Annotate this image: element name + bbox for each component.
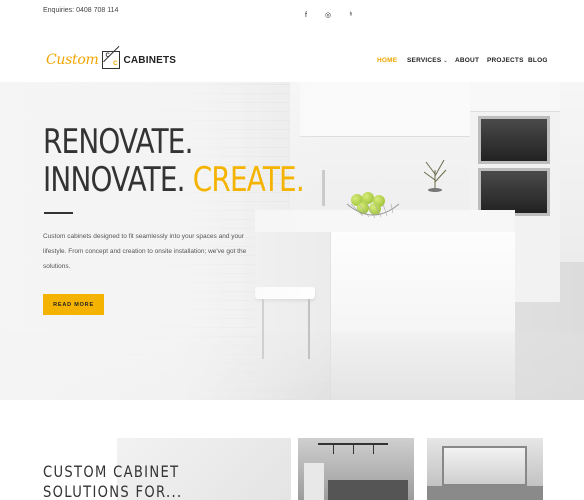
nav-item-projects[interactable]: PROJECTS [487,57,524,64]
site-header: Custom C C CABINETS HOME SERVICES⌄ ABOUT… [0,38,584,82]
window [442,446,527,486]
logo-script-text: Custom [46,52,99,68]
project-image-3[interactable] [427,438,543,500]
wall-oven-lower [478,168,550,216]
top-bar: Enquiries: 0408 708 114 f ◎ ʰ [0,0,584,28]
instagram-icon[interactable]: ◎ [323,10,333,20]
hero-headline-prefix: INNOVATE. [43,160,193,200]
pendant-light [373,444,374,454]
counter [427,486,543,500]
pendant-light [353,444,354,454]
solutions-section: CUSTOM CABINET SOLUTIONS FOR... [0,400,584,500]
chevron-down-icon: ⌄ [443,58,448,64]
upper-cabinets-right [470,82,560,112]
section-title-line1: CUSTOM CABINET [43,462,180,481]
project-image-2[interactable] [298,438,414,500]
hero-headline-accent: CREATE. [192,160,305,200]
nav-item-blog[interactable]: BLOG [528,57,548,64]
hero-divider [44,212,73,214]
section-title: CUSTOM CABINET SOLUTIONS FOR... [43,462,182,500]
plant-decoration [423,159,447,192]
logo-mark-letter-2: C [113,61,118,67]
fruit-bowl [345,192,401,220]
nav-item-services[interactable]: SERVICES ⌄ [407,57,448,64]
logo-wordmark: CABINETS [123,54,177,66]
nav-item-services-label: SERVICES [407,57,442,64]
pendant-light [333,444,334,454]
hero-headline-line1: RENOVATE. [43,122,193,162]
hero-description: Custom cabinets designed to fit seamless… [43,233,247,270]
site-logo[interactable]: Custom C C CABINETS [46,45,177,71]
houzz-icon[interactable]: ʰ [346,10,356,20]
nav-item-home[interactable]: HOME [377,57,397,64]
read-more-button[interactable]: READ MORE [43,294,104,315]
counter [328,480,408,500]
section-title-line2: SOLUTIONS FOR... [43,482,183,500]
wire-bowl-icon [346,203,400,219]
nav-item-about[interactable]: ABOUT [455,57,479,64]
wall-oven-upper [478,116,550,164]
logo-mark-icon: C C [102,45,121,69]
fridge [304,463,324,500]
hero-banner: RENOVATE. INNOVATE. CREATE. Custom cabin… [0,82,584,400]
hero-headline-line2: INNOVATE. CREATE. [43,160,305,200]
enquiries-phone[interactable]: Enquiries: 0408 708 114 [43,7,118,14]
facebook-icon[interactable]: f [301,10,311,20]
